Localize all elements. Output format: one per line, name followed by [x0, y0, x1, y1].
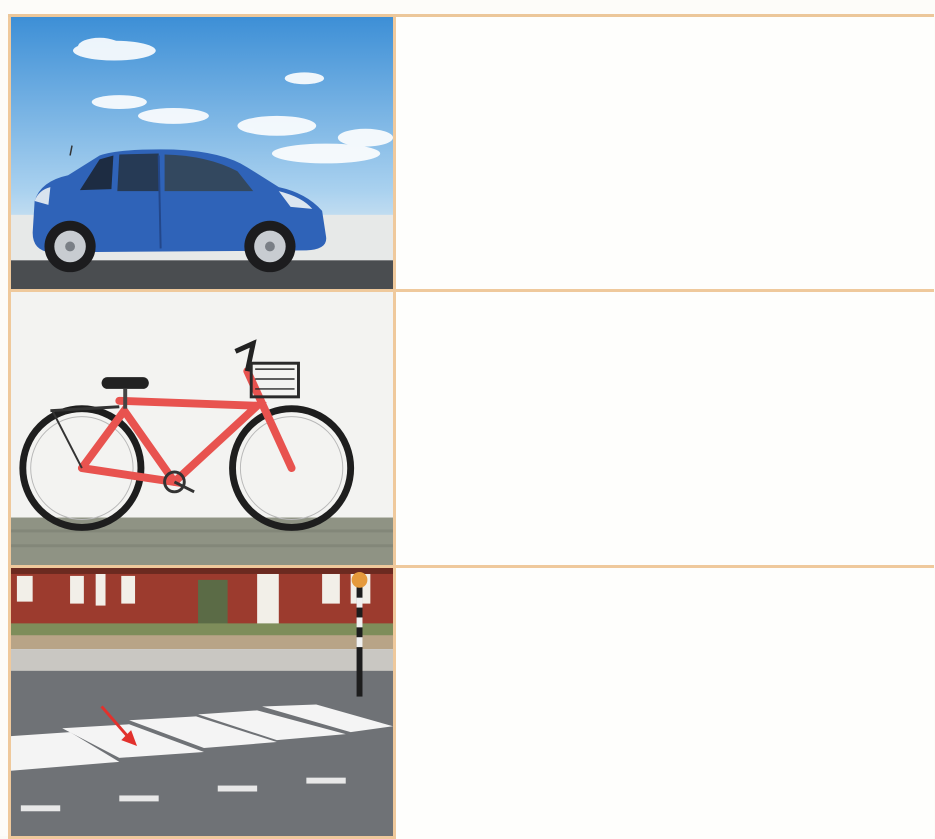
bicycle-illustration [11, 292, 393, 565]
answer-box-bicycle[interactable] [396, 292, 934, 568]
car-photo [8, 17, 396, 292]
worksheet-page [0, 0, 935, 839]
picture-match-table [8, 14, 934, 839]
answer-box-car[interactable] [396, 17, 934, 292]
answer-box-crossing[interactable] [396, 568, 934, 839]
bicycle-photo [8, 292, 396, 568]
car-illustration [11, 17, 393, 289]
street-illustration [11, 568, 393, 836]
zebra-crossing-photo [8, 568, 396, 839]
